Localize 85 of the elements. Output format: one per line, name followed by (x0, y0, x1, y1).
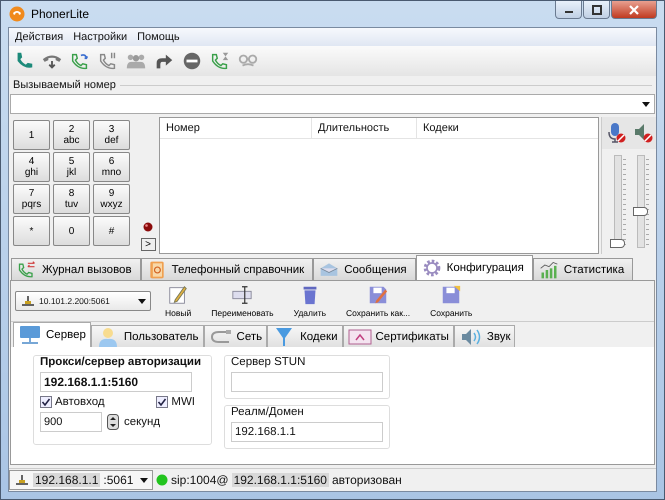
menu-item[interactable]: Действия (11, 31, 68, 43)
keypad-key[interactable]: 2 abc (53, 120, 90, 150)
keypad-key[interactable]: 7 pqrs (13, 184, 50, 214)
menu-item[interactable]: Помощь (133, 31, 184, 43)
toolbar-button[interactable]: Сохранить как... (340, 284, 416, 318)
column-header[interactable]: Кодеки (417, 118, 598, 138)
status-led-icon (143, 222, 153, 232)
toolbar-button[interactable]: Удалить (288, 284, 332, 318)
spinner-arrows-icon[interactable] (107, 414, 119, 430)
dropdown-arrow-icon (140, 478, 148, 482)
status-text: sip:1004@ (171, 473, 229, 487)
slider-thumb[interactable] (632, 207, 648, 216)
group-title: Реалм/Домен (231, 406, 305, 418)
tab[interactable]: Сеть (204, 325, 268, 347)
status-text: 192.168.1.1:5160 (232, 473, 329, 487)
keypad-key[interactable]: 5 jkl (53, 152, 90, 182)
keypad-key[interactable]: 6 mno (93, 152, 130, 182)
maximize-icon (592, 4, 602, 14)
tab[interactable]: Журнал вызовов (11, 258, 141, 280)
tab[interactable]: Конфигурация (416, 255, 533, 280)
stun-field[interactable] (231, 372, 383, 392)
tab[interactable]: Сервер (13, 322, 91, 347)
slider-thumb[interactable] (610, 239, 624, 248)
phone-hourglass-icon[interactable] (209, 50, 231, 72)
tab[interactable]: Телефонный справочник (140, 258, 314, 280)
tab[interactable]: Кодеки (267, 325, 342, 347)
muted-microphone-icon[interactable] (606, 122, 626, 144)
menu-item[interactable]: Настройки (69, 31, 132, 43)
keypad-key[interactable]: 4 ghi (13, 152, 50, 182)
bar-chart-icon (538, 260, 559, 280)
checkmark-icon (156, 396, 168, 408)
tab[interactable]: Пользователь (90, 325, 204, 347)
keypad-key[interactable]: 0 (53, 216, 90, 246)
status-text: авторизован (332, 473, 402, 487)
column-header[interactable]: Номер (160, 118, 312, 138)
interval-field[interactable]: 900 (40, 412, 102, 432)
minimize-button[interactable] (555, 1, 582, 19)
checkmark-icon (40, 396, 52, 408)
floppy-icon (440, 284, 462, 306)
settings-icon (422, 258, 442, 278)
floppy-pencil-icon (367, 284, 390, 306)
unit-label: секунд (124, 416, 160, 428)
keypad-key[interactable]: # (93, 216, 130, 246)
pencil-icon (167, 284, 190, 306)
keypad-key[interactable]: 9 wxyz (93, 184, 130, 214)
muted-speaker-icon[interactable] (632, 122, 652, 144)
realm-field[interactable]: 192.168.1.1 (231, 422, 383, 442)
dropdown-arrow-icon[interactable] (642, 102, 650, 106)
group-title: Прокси/сервер авторизации (40, 356, 202, 368)
toolbar-button[interactable]: Сохранить (424, 284, 478, 318)
minimize-icon (564, 11, 572, 13)
network-icon (20, 295, 36, 307)
local-address-dropdown[interactable]: 192.168.1.1 :5061 (9, 470, 153, 490)
dropdown-arrow-icon (138, 298, 146, 304)
tab[interactable]: Статистика (532, 258, 634, 280)
phone-app-icon (9, 6, 25, 22)
number-combo-field[interactable] (10, 94, 655, 114)
network-icon (14, 474, 30, 486)
no-entry-icon[interactable] (181, 50, 203, 72)
expand-button[interactable]: > (140, 238, 156, 251)
profile-dropdown[interactable]: 10.101.2.200:5061 (15, 291, 151, 311)
column-header[interactable]: Длительность (312, 118, 417, 138)
keypad-key[interactable]: 1 (13, 120, 50, 150)
tab[interactable]: Сообщения (313, 258, 416, 280)
checkbox[interactable]: MWI (156, 396, 195, 408)
keypad-key[interactable]: * (13, 216, 50, 246)
field-label: Вызываемый номер (13, 79, 116, 91)
close-icon (629, 4, 639, 14)
status-dot (156, 474, 168, 486)
tab[interactable]: Сертификаты (342, 325, 454, 347)
keypad-key[interactable]: 8 tuv (53, 184, 90, 214)
certificate-icon (348, 326, 372, 346)
rename-icon (231, 284, 254, 306)
window-title: PhonerLite (31, 7, 90, 21)
checkbox[interactable]: Автовход (40, 396, 105, 408)
maximize-button[interactable] (583, 1, 610, 19)
close-button[interactable] (611, 1, 657, 19)
proxy-field[interactable]: 192.168.1.1:5160 (40, 372, 192, 392)
tab[interactable]: Звук (454, 325, 516, 347)
toolbar-button[interactable]: Новый (159, 284, 198, 318)
group-title: Сервер STUN (231, 356, 306, 368)
toolbar-button[interactable]: Переименовать (205, 284, 280, 318)
phone-arrows-icon (17, 260, 37, 280)
keypad-key[interactable]: 3 def (93, 120, 130, 150)
monitor-icon (18, 325, 42, 345)
